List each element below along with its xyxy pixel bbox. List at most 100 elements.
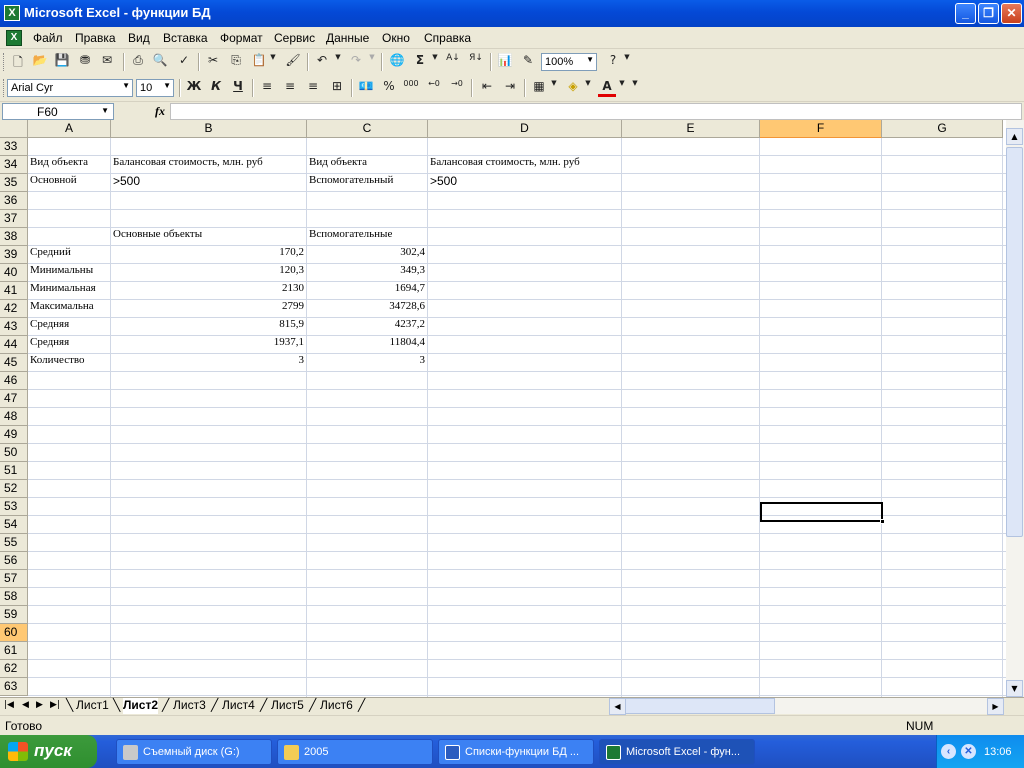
row-header-61[interactable]: 61 (0, 642, 28, 660)
row-header-38[interactable]: 38 (0, 228, 28, 246)
cell-a40[interactable]: Минимальны (28, 264, 95, 282)
toolbar-options-icon[interactable]: ▼ (622, 53, 632, 71)
help-icon[interactable]: ? (604, 53, 622, 71)
menu-help[interactable]: Справка (424, 31, 471, 45)
menu-file[interactable]: Файл (33, 31, 63, 45)
scroll-right-icon[interactable]: ▶ (987, 698, 1004, 715)
cut-icon[interactable]: ✂ (204, 53, 222, 71)
minimize-button[interactable]: _ (955, 3, 976, 24)
menu-edit[interactable]: Правка (75, 31, 116, 45)
undo-icon[interactable]: ↶ (313, 53, 331, 71)
cell-b44[interactable]: 1937,1 (111, 336, 306, 354)
new-document-icon[interactable]: 🗋 (9, 53, 27, 71)
cell-b34[interactable]: Балансовая стоимость, млн. руб (111, 156, 265, 174)
row-header-53[interactable]: 53 (0, 498, 28, 516)
hyperlink-icon[interactable]: 🌐 (388, 53, 406, 71)
increase-indent-icon[interactable]: ⇥ (501, 79, 519, 97)
zoom-select[interactable]: 100% ▼ (541, 53, 597, 71)
row-header-56[interactable]: 56 (0, 552, 28, 570)
cell-c38[interactable]: Вспомогательные (307, 228, 394, 246)
row-header-52[interactable]: 52 (0, 480, 28, 498)
cell-a41[interactable]: Минимальная (28, 282, 98, 300)
cell-a35[interactable]: Основной (28, 174, 79, 192)
column-header-a[interactable]: A (28, 120, 111, 138)
cell-b41[interactable]: 2130 (111, 282, 306, 300)
cell-c35[interactable]: Вспомогательный (307, 174, 395, 192)
row-header-47[interactable]: 47 (0, 390, 28, 408)
horizontal-scroll-thumb[interactable] (625, 698, 775, 714)
cell-c43[interactable]: 4237,2 (307, 318, 427, 336)
taskbar-item-excel[interactable]: Microsoft Excel - фун... (599, 739, 755, 765)
cell-b39[interactable]: 170,2 (111, 246, 306, 264)
cell-c42[interactable]: 34728,6 (307, 300, 427, 318)
cell-b35[interactable]: >500 (111, 174, 142, 192)
column-header-f[interactable]: F (760, 120, 882, 138)
autosum-icon[interactable]: Σ (411, 53, 429, 71)
vertical-scrollbar[interactable]: ▲ ▼ (1006, 120, 1024, 697)
align-right-icon[interactable]: ≡ (304, 79, 322, 97)
vertical-scroll-thumb[interactable] (1006, 147, 1023, 537)
print-icon[interactable]: ⎙ (129, 53, 147, 71)
italic-button[interactable]: К (207, 79, 225, 97)
taskbar-item-word-doc[interactable]: Списки-функции БД ... (438, 739, 594, 765)
horizontal-scrollbar[interactable]: ◀ ▶ (609, 698, 1004, 715)
thousands-separator-button[interactable]: 000 (402, 79, 420, 97)
row-header-40[interactable]: 40 (0, 264, 28, 282)
name-box[interactable]: F60 ▼ (2, 103, 114, 120)
cell-d35[interactable]: >500 (428, 174, 459, 192)
merge-center-icon[interactable]: ⊞ (328, 79, 346, 97)
row-header-33[interactable]: 33 (0, 138, 28, 156)
chevron-down-icon[interactable]: ▼ (268, 53, 278, 71)
row-header-63[interactable]: 63 (0, 678, 28, 696)
font-name-select[interactable]: Arial Cyr ▼ (7, 79, 133, 97)
copy-icon[interactable]: ⎘ (227, 53, 245, 71)
row-header-34[interactable]: 34 (0, 156, 28, 174)
font-color-icon[interactable]: A (598, 79, 616, 97)
open-folder-icon[interactable]: 📂 (31, 53, 49, 71)
increase-decimal-icon[interactable]: ←0 (425, 79, 443, 97)
row-header-41[interactable]: 41 (0, 282, 28, 300)
cell-a42[interactable]: Максимальна (28, 300, 96, 318)
cell-d34[interactable]: Балансовая стоимость, млн. руб (428, 156, 582, 174)
select-all-corner[interactable] (0, 120, 28, 138)
scroll-left-icon[interactable]: ◀ (609, 698, 626, 715)
scroll-down-icon[interactable]: ▼ (1006, 680, 1023, 697)
cell-b45[interactable]: 3 (111, 354, 306, 372)
row-header-42[interactable]: 42 (0, 300, 28, 318)
row-header-37[interactable]: 37 (0, 210, 28, 228)
chevron-down-icon[interactable]: ▼ (333, 53, 343, 71)
sheet-tab-5[interactable]: Лист5 (271, 698, 304, 714)
percent-button[interactable]: % (380, 79, 398, 97)
worksheet-grid[interactable]: A B C D E F G 33 34 35 36 37 38 39 40 41 42 43 44 45 46 47 48 4… (0, 120, 1006, 697)
workbook-icon[interactable]: X (6, 30, 22, 46)
active-cell-f60[interactable] (760, 502, 885, 524)
formula-input[interactable] (170, 103, 1022, 120)
start-button[interactable]: пуск (0, 735, 97, 768)
cell-a43[interactable]: Средняя (28, 318, 71, 336)
chevron-down-icon[interactable]: ▼ (367, 53, 377, 71)
row-header-35[interactable]: 35 (0, 174, 28, 192)
fill-handle[interactable] (880, 519, 885, 524)
menu-window[interactable]: Окно (382, 31, 410, 45)
sheet-tab-6[interactable]: Лист6 (320, 698, 353, 714)
print-preview-icon[interactable]: 🔍 (151, 53, 169, 71)
bold-button[interactable]: Ж (185, 79, 203, 97)
row-header-62[interactable]: 62 (0, 660, 28, 678)
menu-view[interactable]: Вид (128, 31, 150, 45)
cell-b43[interactable]: 815,9 (111, 318, 306, 336)
restore-button[interactable]: ❐ (978, 3, 999, 24)
menu-format[interactable]: Формат (220, 31, 263, 45)
menu-insert[interactable]: Вставка (163, 31, 208, 45)
row-header-55[interactable]: 55 (0, 534, 28, 552)
column-header-g[interactable]: G (882, 120, 1003, 138)
row-header-39[interactable]: 39 (0, 246, 28, 264)
menu-tools[interactable]: Сервис (274, 31, 315, 45)
sheet-tab-3[interactable]: Лист3 (173, 698, 206, 714)
cell-b38[interactable]: Основные объекты (111, 228, 204, 246)
row-header-59[interactable]: 59 (0, 606, 28, 624)
align-left-icon[interactable]: ≡ (258, 79, 276, 97)
sort-descending-icon[interactable]: Я↓ (467, 53, 485, 71)
cell-a44[interactable]: Средняя (28, 336, 71, 354)
underline-button[interactable]: Ч (229, 79, 247, 97)
first-sheet-icon[interactable]: |◀ (4, 700, 14, 710)
